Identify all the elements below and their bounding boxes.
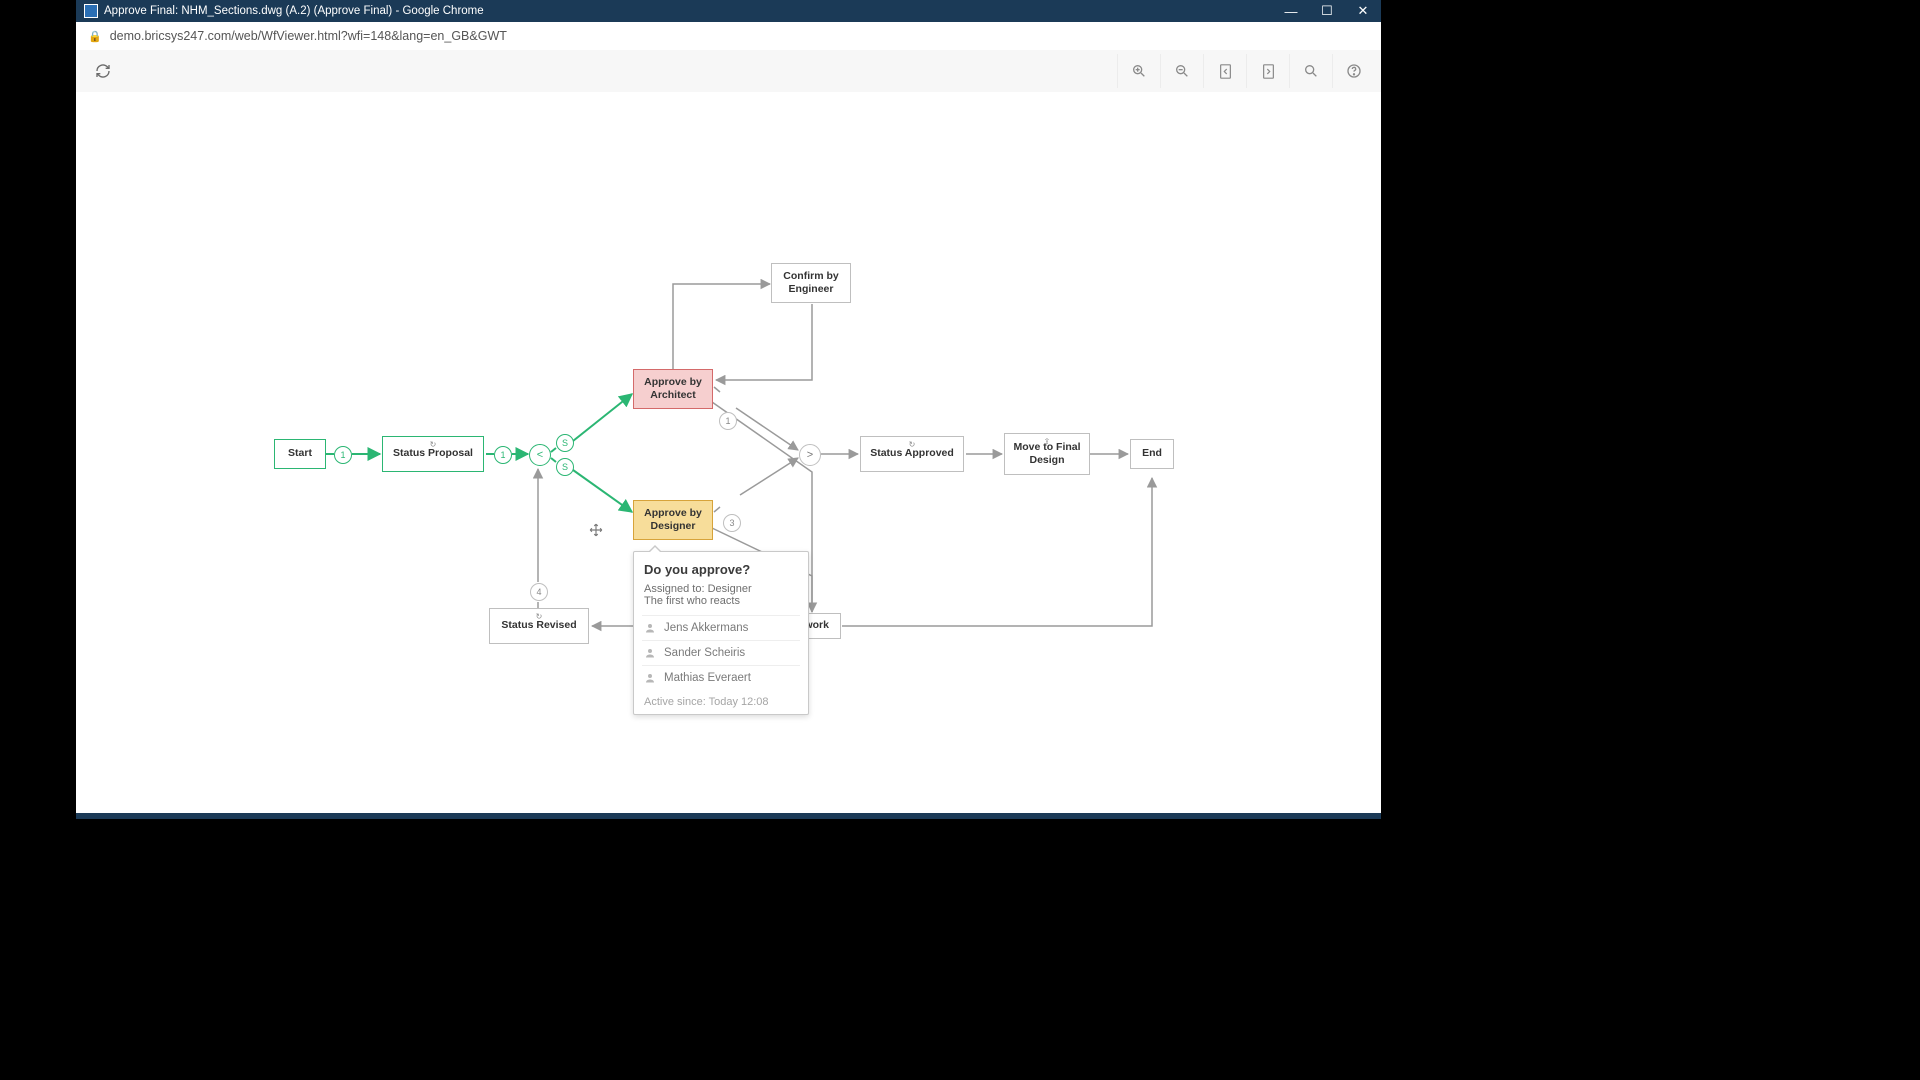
lock-icon: 🔒 bbox=[88, 30, 102, 43]
node-start[interactable]: Start bbox=[274, 439, 326, 469]
badge-4: 4 bbox=[530, 583, 548, 601]
url-text: demo.bricsys247.com/web/WfViewer.html?wf… bbox=[110, 29, 507, 43]
node-approve-designer-label: Approve by Designer bbox=[636, 507, 710, 533]
page-prev-icon[interactable] bbox=[1203, 54, 1246, 88]
badge-3: 3 bbox=[723, 514, 741, 532]
gateway-join[interactable]: > bbox=[799, 444, 821, 466]
badge-s2: S bbox=[556, 458, 574, 476]
address-bar[interactable]: 🔒 demo.bricsys247.com/web/WfViewer.html?… bbox=[76, 22, 1381, 51]
workflow-canvas[interactable]: Start ↻Status Proposal Approve by Archit… bbox=[76, 92, 1381, 801]
window-title: Approve Final: NHM_Sections.dwg (A.2) (A… bbox=[104, 5, 484, 17]
person-name: Sander Scheiris bbox=[664, 647, 745, 659]
auto-icon: ↻ bbox=[536, 612, 543, 622]
popover-title: Do you approve? bbox=[644, 562, 798, 577]
node-end-label: End bbox=[1142, 447, 1162, 460]
node-status-revised[interactable]: ↻Status Revised bbox=[489, 608, 589, 644]
auto-icon: ⇪ bbox=[1044, 437, 1051, 447]
person-name: Jens Akkermans bbox=[664, 622, 748, 634]
auto-icon: ↻ bbox=[430, 440, 437, 450]
toolbar-right bbox=[1117, 54, 1375, 88]
close-button[interactable]: ✕ bbox=[1345, 0, 1381, 22]
titlebar[interactable]: Approve Final: NHM_Sections.dwg (A.2) (A… bbox=[76, 0, 1381, 22]
person-row[interactable]: Mathias Everaert bbox=[642, 665, 800, 690]
node-approve-architect-label: Approve by Architect bbox=[636, 376, 710, 402]
search-icon[interactable] bbox=[1289, 54, 1332, 88]
app-toolbar bbox=[76, 50, 1381, 93]
popover-assigned: Assigned to: Designer bbox=[644, 583, 798, 595]
badge-s1: S bbox=[556, 434, 574, 452]
badge-1b: 1 bbox=[494, 446, 512, 464]
person-row[interactable]: Jens Akkermans bbox=[642, 615, 800, 640]
maximize-button[interactable]: ☐ bbox=[1309, 0, 1345, 22]
node-approve-architect[interactable]: Approve by Architect bbox=[633, 369, 713, 409]
popover-people: Jens Akkermans Sander Scheiris Mathias E… bbox=[642, 615, 800, 690]
popover-rule: The first who reacts bbox=[644, 595, 798, 607]
gateway-split-label: < bbox=[537, 449, 543, 461]
badge-1c: 1 bbox=[719, 412, 737, 430]
popover-since: Active since: Today 12:08 bbox=[644, 696, 798, 708]
gateway-join-label: > bbox=[807, 449, 813, 461]
node-status-approved[interactable]: ↻Status Approved bbox=[860, 436, 964, 472]
auto-icon: ↻ bbox=[909, 440, 916, 450]
minimize-button[interactable]: — bbox=[1273, 0, 1309, 22]
node-approve-designer[interactable]: Approve by Designer bbox=[633, 500, 713, 540]
window: Approve Final: NHM_Sections.dwg (A.2) (A… bbox=[76, 0, 1381, 819]
person-name: Mathias Everaert bbox=[664, 672, 751, 684]
gateway-split[interactable]: < bbox=[529, 444, 551, 466]
person-icon bbox=[644, 672, 656, 684]
node-status-proposal[interactable]: ↻Status Proposal bbox=[382, 436, 484, 472]
person-icon bbox=[644, 622, 656, 634]
help-icon[interactable] bbox=[1332, 54, 1375, 88]
refresh-icon[interactable] bbox=[92, 60, 114, 82]
app-favicon bbox=[84, 4, 98, 18]
move-cursor-icon bbox=[589, 523, 603, 537]
page-next-icon[interactable] bbox=[1246, 54, 1289, 88]
node-confirm-engineer-label: Confirm by Engineer bbox=[774, 270, 848, 296]
person-row[interactable]: Sander Scheiris bbox=[642, 640, 800, 665]
zoom-out-icon[interactable] bbox=[1160, 54, 1203, 88]
badge-1a: 1 bbox=[334, 446, 352, 464]
node-confirm-engineer[interactable]: Confirm by Engineer bbox=[771, 263, 851, 303]
node-move-final[interactable]: ⇪Move to Final Design bbox=[1004, 433, 1090, 475]
zoom-in-icon[interactable] bbox=[1117, 54, 1160, 88]
taskbar bbox=[76, 813, 1381, 819]
person-icon bbox=[644, 647, 656, 659]
approve-popover: Do you approve? Assigned to: Designer Th… bbox=[633, 551, 809, 715]
node-end[interactable]: End bbox=[1130, 439, 1174, 469]
node-start-label: Start bbox=[288, 447, 312, 460]
